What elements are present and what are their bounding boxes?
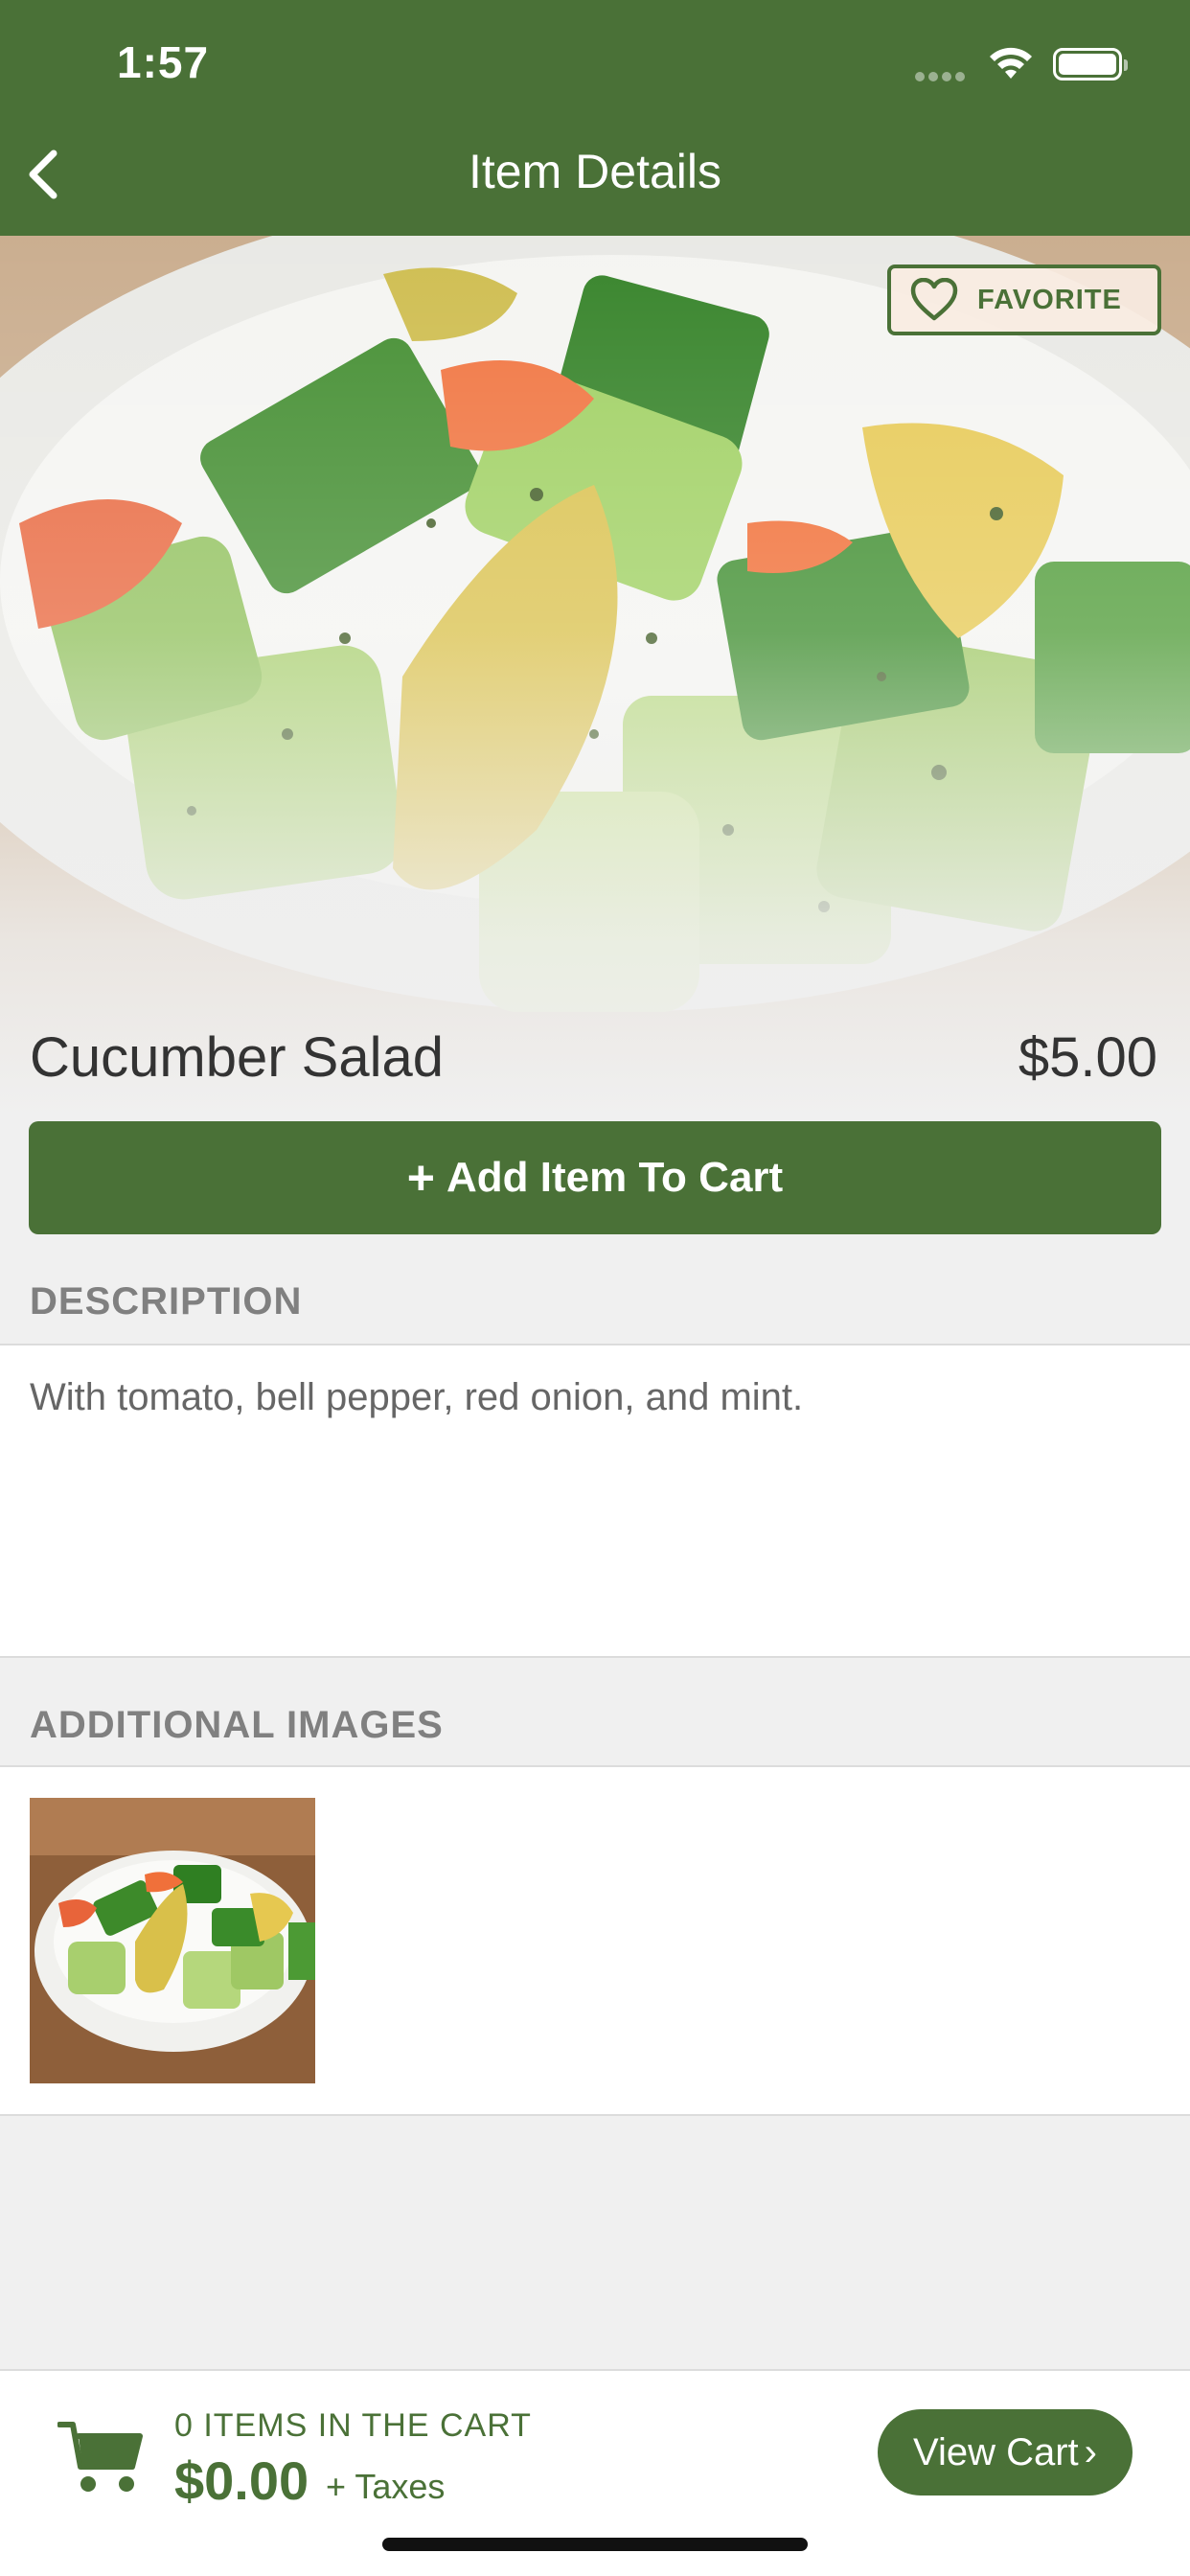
- battery-icon: [1053, 48, 1128, 80]
- home-indicator[interactable]: [382, 2538, 808, 2551]
- chevron-right-icon: ›: [1084, 2430, 1097, 2473]
- salad-thumbnail-photo: [30, 1798, 315, 2083]
- page-title: Item Details: [469, 145, 721, 198]
- plus-icon: +: [406, 1151, 435, 1205]
- favorite-label: FAVORITE: [977, 284, 1122, 315]
- description-heading: DESCRIPTION: [30, 1280, 303, 1322]
- add-to-cart-label: Add Item To Cart: [446, 1154, 784, 1201]
- cart-item-count: 0 ITEMS IN THE CART: [174, 2407, 532, 2444]
- divider: [0, 2114, 1190, 2116]
- status-time: 1:57: [117, 37, 210, 87]
- additional-images-heading: ADDITIONAL IMAGES: [30, 1704, 444, 1746]
- additional-image-thumbnail[interactable]: [30, 1798, 315, 2083]
- divider: [0, 1656, 1190, 1658]
- add-to-cart-button[interactable]: + Add Item To Cart: [29, 1121, 1161, 1234]
- shopping-cart-icon: [57, 2422, 143, 2492]
- favorite-button[interactable]: FAVORITE: [887, 264, 1161, 335]
- hero-fade-overlay: [0, 236, 1190, 1117]
- wifi-icon: [990, 47, 1032, 79]
- item-details-screen: 1:57 Item Details FAVORITE Cucumber Sala…: [0, 0, 1190, 2576]
- header: 1:57 Item Details: [0, 0, 1190, 236]
- view-cart-button[interactable]: View Cart ›: [878, 2409, 1133, 2496]
- view-cart-label: View Cart: [913, 2430, 1079, 2473]
- cart-total: $0.00: [174, 2450, 309, 2511]
- description-text: With tomato, bell pepper, red onion, and…: [30, 1376, 804, 1418]
- cart-taxes-note: + Taxes: [326, 2467, 446, 2506]
- item-hero-image: [0, 236, 1190, 1117]
- item-price: $5.00: [1018, 1026, 1157, 1089]
- heart-outline-icon: [910, 278, 958, 321]
- cellular-signal-icon: [915, 69, 973, 81]
- item-name: Cucumber Salad: [30, 1026, 444, 1089]
